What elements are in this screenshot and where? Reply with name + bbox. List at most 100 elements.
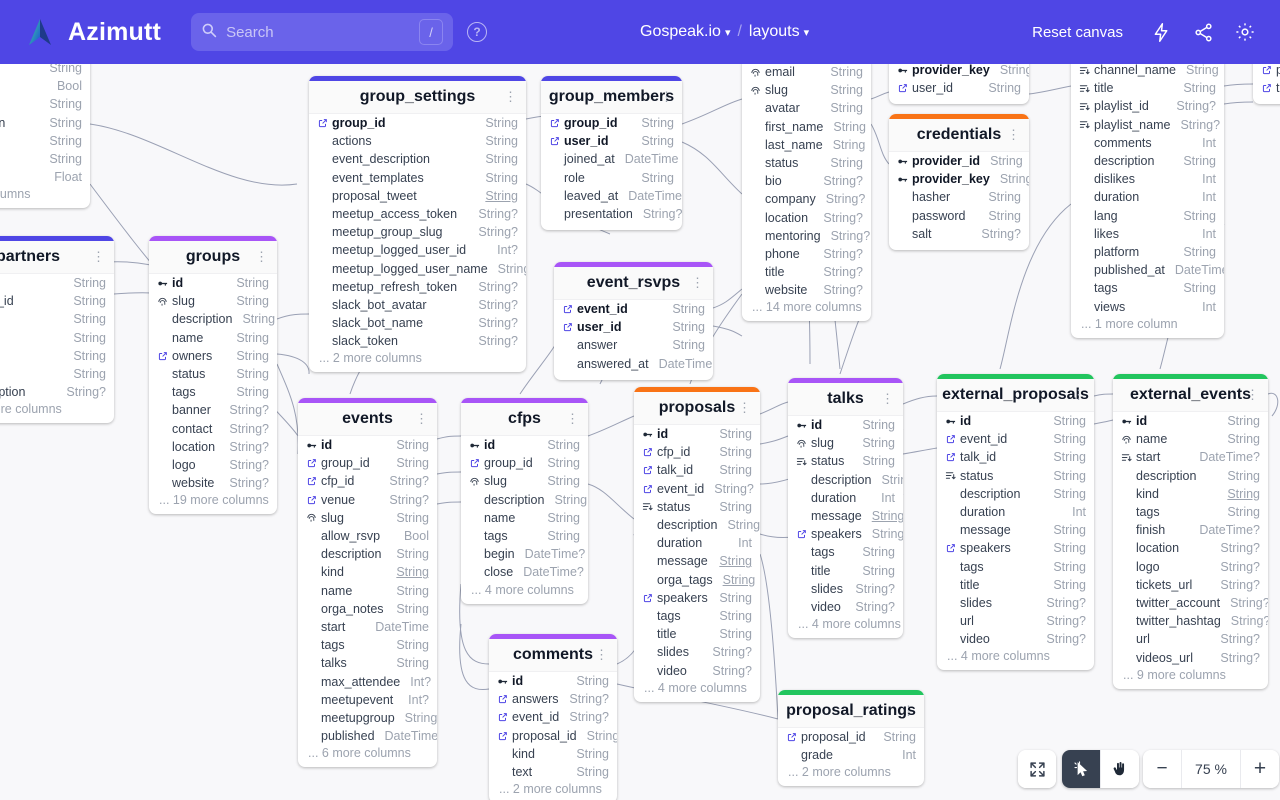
table-column-row[interactable]: name String [0,347,114,365]
brand-logo[interactable]: Azimutt [24,16,161,48]
table-header[interactable]: groups ⋮ [149,241,277,274]
table-column-row[interactable]: notes String [0,365,114,383]
table-column-row[interactable]: status String [788,452,903,470]
table-column-row[interactable]: ve Bool [0,77,90,95]
reset-canvas-button[interactable]: Reset canvas [1019,16,1136,49]
table-column-row[interactable]: twitter_account String? [1113,594,1268,612]
table-column-row[interactable]: description String [1113,467,1268,485]
table-card[interactable]: StringveBoolencyStringcriptionStringatio… [0,64,90,209]
table-column-row[interactable]: twitter_hashtag String? [1113,612,1268,630]
help-icon[interactable]: ? [467,22,488,42]
table-column-row[interactable]: likes Int [1071,225,1224,243]
more-columns-label[interactable]: ... 4 more columns [634,680,760,702]
table-column-row[interactable]: message String [634,552,760,570]
table-header[interactable]: external_proposals ⋮ [937,379,1094,412]
table-column-row[interactable]: tags String [788,543,903,561]
table-column-row[interactable]: id String [634,425,760,443]
table-column-row[interactable]: message String [937,521,1094,539]
more-columns-label[interactable]: ... 2 more columns [489,781,617,800]
share-icon[interactable] [1186,15,1220,49]
table-column-row[interactable]: proposal_id String [778,728,924,746]
table-column-row[interactable]: url String? [937,612,1094,630]
table-column-row[interactable]: dislikes Int [1071,170,1224,188]
table-column-row[interactable]: description String [937,485,1094,503]
table-card[interactable]: channel_name String title String playlist_id… [1071,64,1224,338]
table-column-row[interactable]: title String [788,562,903,580]
table-column-row[interactable]: tags String [1071,279,1224,297]
table-column-row[interactable]: published_at DateTime [1071,261,1224,279]
table-column-row[interactable]: text String [489,763,617,781]
table-column-row[interactable]: location String? [742,209,871,227]
table-card[interactable]: credentials ⋮ provider_id String provider_ke… [889,114,1029,250]
table-column-row[interactable]: id String [1113,412,1268,430]
table-column-row[interactable]: views Int [1071,297,1224,315]
table-card[interactable]: external_proposals ⋮ id String event_id Strin… [937,374,1094,671]
table-column-row[interactable]: event_templates String [309,169,526,187]
table-column-row[interactable]: duration Int [1071,188,1224,206]
table-column-row[interactable]: id String [0,274,114,292]
table-column-row[interactable]: slug String [298,509,437,527]
table-menu-icon[interactable]: ⋮ [1007,128,1020,141]
erd-canvas[interactable]: StringveBoolencyStringcriptionStringatio… [0,64,1280,800]
table-column-row[interactable]: proposal_id String? [489,727,617,745]
table-column-row[interactable]: description String [1071,152,1224,170]
table-menu-icon[interactable]: ⋮ [691,276,704,289]
table-column-row[interactable]: id String [149,274,277,292]
table-column-row[interactable]: description String? [0,383,114,401]
table-header[interactable]: partners ⋮ [0,241,114,274]
table-column-row[interactable]: videos_url String? [1113,648,1268,666]
table-column-row[interactable]: begin DateTime? [461,545,588,563]
table-column-row[interactable]: finish DateTime? [1113,521,1268,539]
table-menu-icon[interactable]: ⋮ [504,90,517,103]
table-column-row[interactable]: description String [149,310,277,328]
table-column-row[interactable]: speakers String [788,525,903,543]
more-columns-label[interactable]: ... 2 more columns [778,764,924,786]
zoom-out-button[interactable]: − [1143,750,1181,788]
table-column-row[interactable]: id String [788,416,903,434]
table-column-row[interactable]: slug String [788,434,903,452]
table-column-row[interactable]: id String [489,672,617,690]
more-columns-label[interactable]: ... 2 more columns [309,350,526,372]
table-column-row[interactable]: first_name String [742,118,871,136]
table-column-row[interactable]: title String [634,625,760,643]
table-card[interactable]: group_settings ⋮ group_id String actions Stri… [309,76,526,373]
table-column-row[interactable]: mentoring String? [742,227,871,245]
table-column-row[interactable]: event_id String [554,300,713,318]
table-card[interactable]: partners ⋮ id String group_id String slug Strin… [0,236,114,424]
table-column-row[interactable]: video String? [634,661,760,679]
table-column-row[interactable]: name String [1113,430,1268,448]
table-header[interactable]: comments ⋮ [489,639,617,672]
table-column-row[interactable]: duration Int [788,489,903,507]
table-column-row[interactable]: event_description String [309,150,526,168]
table-column-row[interactable]: tags String [937,558,1094,576]
table-column-row[interactable]: playlist_id String? [1071,97,1224,115]
table-column-row[interactable]: ency String [0,95,90,113]
table-column-row[interactable]: status String [149,365,277,383]
table-header[interactable]: credentials ⋮ [889,119,1029,152]
table-column-row[interactable]: description String [788,471,903,489]
table-column-row[interactable]: group_id String [541,114,682,132]
table-column-row[interactable]: ta [1253,79,1280,97]
table-column-row[interactable]: title String [1071,79,1224,97]
table-column-row[interactable]: user_id String [541,132,682,150]
breadcrumb-project[interactable]: Gospeak.io ▾ [640,23,730,41]
table-card[interactable]: pr ta [1253,64,1280,105]
table-column-row[interactable]: id String [461,436,588,454]
table-column-row[interactable]: meetup_refresh_token String? [309,278,526,296]
table-menu-icon[interactable]: ⋮ [1246,388,1259,401]
table-column-row[interactable]: title String [937,576,1094,594]
table-header[interactable]: events ⋮ [298,403,437,436]
table-column-row[interactable]: logo String [0,329,114,347]
table-column-row[interactable]: meetup_logged_user_name String? [309,260,526,278]
table-column-row[interactable]: description String [634,516,760,534]
table-column-row[interactable]: email String [742,64,871,81]
table-header[interactable]: proposals ⋮ [634,392,760,425]
table-column-row[interactable]: website String? [149,474,277,492]
table-column-row[interactable]: slides String? [788,580,903,598]
table-column-row[interactable]: group_id String [461,454,588,472]
table-column-row[interactable]: duration Int [634,534,760,552]
table-column-row[interactable]: max_attendee Int? [298,672,437,690]
table-column-row[interactable]: meetup_access_token String? [309,205,526,223]
table-column-row[interactable]: event_id String [937,430,1094,448]
table-header[interactable]: group_members ⋮ [541,81,682,114]
